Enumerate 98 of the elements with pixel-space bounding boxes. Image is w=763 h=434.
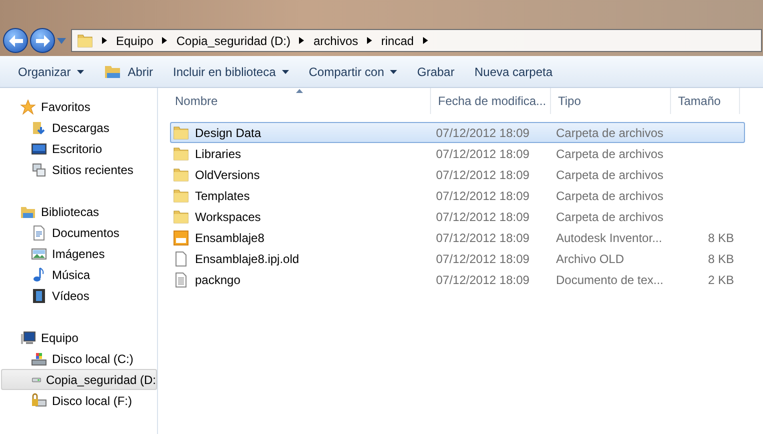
file-name: OldVersions: [195, 166, 260, 184]
date-cell-text: 07/12/2012 18:09: [435, 250, 530, 268]
breadcrumb-arrow-icon: [102, 37, 107, 44]
folder-icon: [173, 208, 189, 224]
image-icon: [31, 246, 47, 262]
toolbar-button[interactable]: Incluir en biblioteca: [163, 60, 299, 84]
file-name: Ensamblaje8.ipj.old: [195, 250, 300, 268]
type-cell-text: Documento de tex...: [555, 272, 664, 288]
download-folder-icon: [31, 120, 47, 136]
file-row[interactable]: Workspaces 07/12/2012 18:09 Carpeta de archivos: [170, 206, 745, 227]
nav-group-item[interactable]: Equipo: [0, 327, 157, 348]
date-cell-text: 07/12/2012 18:09: [435, 230, 530, 246]
nav-item[interactable]: Descargas: [0, 117, 157, 138]
toolbar-button[interactable]: Grabar: [407, 60, 464, 84]
breadcrumb-segment[interactable]: Equipo: [116, 32, 154, 50]
desktop-icon: [31, 140, 47, 156]
column-header[interactable]: Nombre: [158, 88, 430, 114]
nav-group-item[interactable]: Bibliotecas: [0, 201, 157, 222]
file-icon: [173, 250, 189, 266]
sort-arrow-icon: [296, 89, 303, 93]
dropdown-caret-icon: [390, 70, 398, 74]
folder-icon: [173, 166, 189, 182]
star-icon: [20, 98, 36, 114]
nav-item[interactable]: Copia_seguridad (D:: [1, 369, 157, 390]
drive-icon: [32, 376, 41, 384]
nav-item[interactable]: Vídeos: [0, 285, 157, 306]
type-cell-text: Carpeta de archivos: [555, 166, 664, 184]
column-header[interactable]: Fecha de modifica...: [430, 88, 550, 114]
dropdown-caret-icon: [76, 70, 84, 74]
back-button[interactable]: [3, 28, 28, 53]
size-cell-text: 8 KB: [708, 230, 734, 246]
type-cell-text: Archivo OLD: [555, 250, 626, 268]
file-row[interactable]: Ensamblaje8 07/12/2012 18:09 Autodesk Inventor... 8 KB: [170, 227, 745, 248]
file-row[interactable]: Templates 07/12/2012 18:09 Carpeta de archivos: [170, 185, 745, 206]
nav-group-item[interactable]: Favoritos: [0, 96, 157, 117]
file-name: Workspaces: [195, 208, 261, 226]
breadcrumb-segment[interactable]: Copia_seguridad (D:): [176, 32, 290, 50]
type-cell-text: Carpeta de archivos: [555, 208, 664, 226]
breadcrumb-arrow-icon: [162, 37, 168, 44]
date-cell-text: 07/12/2012 18:09: [435, 188, 530, 204]
breadcrumb-segment[interactable]: archivos: [313, 32, 358, 50]
file-row[interactable]: Design Data 07/12/2012 18:09 Carpeta de archivos: [170, 122, 745, 143]
size-cell-text: 8 KB: [708, 250, 734, 268]
left-arrow-icon: [8, 34, 22, 46]
file-name: Libraries: [195, 146, 242, 162]
date-cell-text: 07/12/2012 18:09: [435, 124, 530, 142]
file-name: packngo: [195, 272, 240, 288]
system-drive-icon: [31, 350, 47, 366]
type-cell-text: Carpeta de archivos: [555, 146, 664, 162]
text-file-icon: [173, 272, 189, 288]
file-row[interactable]: Ensamblaje8.ipj.old 07/12/2012 18:09 Archivo OLD 8 KB: [170, 248, 745, 269]
breadcrumb-arrow-icon: [299, 37, 304, 44]
document-icon: [31, 224, 47, 240]
toolbar-button[interactable]: Organizar: [8, 60, 94, 84]
film-icon: [31, 288, 47, 304]
nav-item[interactable]: Imágenes: [0, 243, 157, 264]
type-cell-text: Autodesk Inventor...: [555, 230, 664, 246]
date-cell-text: 07/12/2012 18:09: [435, 146, 530, 162]
file-row[interactable]: OldVersions 07/12/2012 18:09 Carpeta de archivos: [170, 164, 745, 185]
column-header[interactable]: Tipo: [550, 88, 670, 114]
toolbar-button[interactable]: Compartir con: [298, 60, 408, 84]
nav-item[interactable]: Disco local (C:): [0, 348, 157, 369]
project-file-icon: [173, 230, 189, 246]
forward-button[interactable]: [30, 28, 55, 53]
right-arrow-icon: [36, 34, 50, 46]
toolbar-button[interactable]: Abrir: [94, 60, 164, 84]
date-cell-text: 07/12/2012 18:09: [435, 166, 530, 184]
file-row[interactable]: Libraries 07/12/2012 18:09 Carpeta de archivos: [170, 143, 745, 164]
open-folder-icon: [104, 64, 122, 80]
locked-drive-icon: [31, 392, 47, 408]
recent-places-icon: [31, 162, 47, 178]
file-name: Ensamblaje8: [195, 230, 264, 246]
folder-icon: [173, 188, 189, 204]
breadcrumb-segment[interactable]: rincad: [381, 32, 414, 50]
type-cell-text: Carpeta de archivos: [555, 188, 664, 204]
history-dropdown-icon: [57, 38, 66, 44]
nav-item[interactable]: Documentos: [0, 222, 157, 243]
breadcrumb-arrow-icon: [422, 37, 428, 44]
column-header[interactable]: Tamaño: [670, 88, 740, 114]
type-cell-text: Carpeta de archivos: [555, 124, 664, 142]
nav-item[interactable]: Escritorio: [0, 138, 157, 159]
date-cell-text: 07/12/2012 18:09: [435, 272, 530, 288]
computer-icon: [20, 330, 36, 346]
dropdown-caret-icon: [282, 70, 289, 74]
toolbar-button[interactable]: Nueva carpeta: [464, 60, 563, 84]
date-cell-text: 07/12/2012 18:09: [435, 208, 530, 226]
nav-item[interactable]: Disco local (F:): [0, 390, 157, 411]
folder-icon: [77, 32, 93, 48]
file-row[interactable]: packngo 07/12/2012 18:09 Documento de tex... 2 KB: [170, 269, 745, 290]
file-name: Templates: [195, 188, 250, 204]
file-name: Design Data: [195, 124, 262, 142]
breadcrumb-arrow-icon: [367, 37, 372, 44]
folder-icon: [173, 146, 189, 162]
size-cell-text: 2 KB: [708, 272, 734, 288]
address-bar[interactable]: Equipo Copia_seguridad (D:) archivos rincad: [71, 29, 762, 52]
nav-item[interactable]: Sitios recientes: [0, 159, 157, 180]
folder-icon: [173, 124, 189, 140]
nav-item[interactable]: Música: [0, 264, 157, 285]
